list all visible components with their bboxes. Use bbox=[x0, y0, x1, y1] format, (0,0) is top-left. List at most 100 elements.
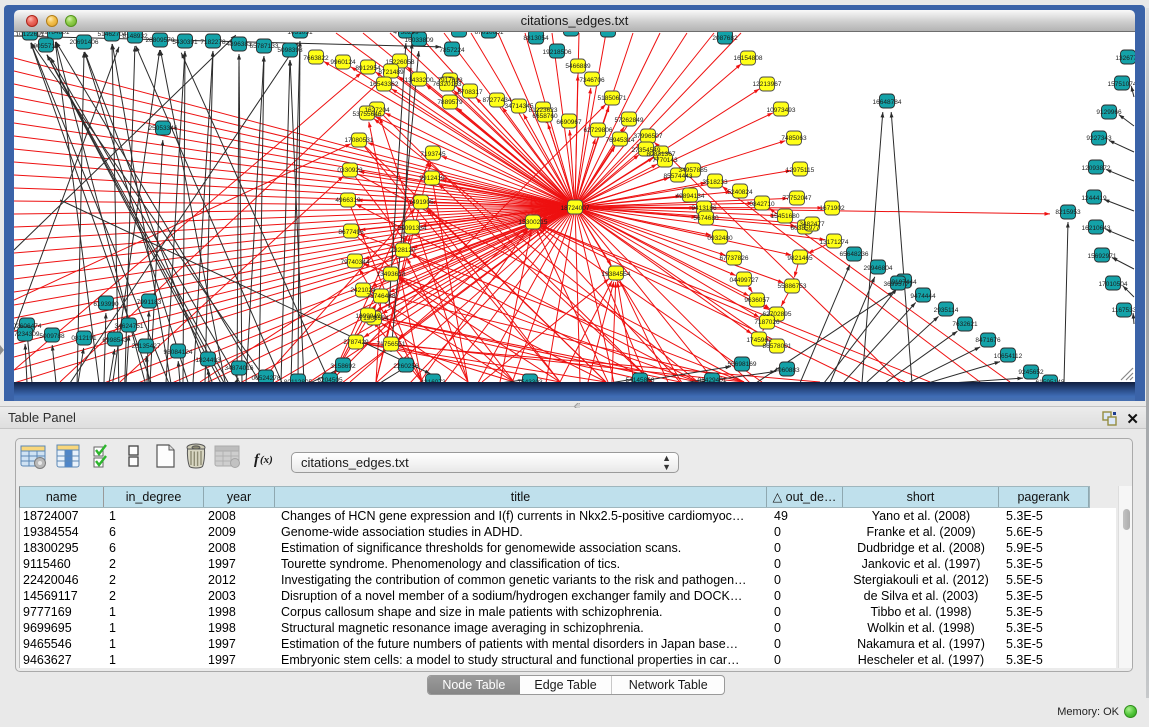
svg-text:16543362: 16543362 bbox=[370, 81, 399, 88]
svg-text:8721489: 8721489 bbox=[378, 69, 404, 76]
svg-text:62729806: 62729806 bbox=[584, 127, 613, 134]
svg-text:16210643: 16210643 bbox=[1082, 225, 1111, 232]
svg-text:7857224: 7857224 bbox=[439, 47, 465, 54]
svg-text:76945314: 76945314 bbox=[606, 137, 635, 144]
svg-text:3518233: 3518233 bbox=[702, 179, 728, 186]
svg-text:10973493: 10973493 bbox=[767, 107, 796, 114]
svg-text:5430391: 5430391 bbox=[172, 39, 198, 46]
svg-text:9245652: 9245652 bbox=[1018, 369, 1044, 376]
svg-text:4060883: 4060883 bbox=[774, 367, 800, 374]
svg-text:15751074: 15751074 bbox=[1108, 81, 1135, 88]
svg-text:15451680: 15451680 bbox=[771, 213, 800, 220]
svg-text:8471676: 8471676 bbox=[975, 337, 1001, 344]
svg-text:6193990: 6193990 bbox=[93, 301, 119, 308]
svg-text:67010651: 67010651 bbox=[475, 32, 504, 36]
svg-text:7485063: 7485063 bbox=[781, 135, 807, 142]
svg-text:8677496: 8677496 bbox=[338, 229, 364, 236]
svg-text:10654112: 10654112 bbox=[994, 353, 1023, 360]
svg-text:4216073: 4216073 bbox=[420, 379, 446, 382]
svg-text:5674680: 5674680 bbox=[693, 215, 719, 222]
svg-text:18724007: 18724007 bbox=[561, 205, 590, 212]
svg-text:34874016: 34874016 bbox=[225, 365, 254, 372]
svg-text:1491905: 1491905 bbox=[408, 199, 434, 206]
svg-text:9960124: 9960124 bbox=[330, 59, 356, 66]
svg-text:9821465: 9821465 bbox=[787, 255, 813, 262]
svg-text:34624751: 34624751 bbox=[115, 323, 144, 330]
svg-text:2260256: 2260256 bbox=[393, 363, 419, 370]
svg-text:65648236: 65648236 bbox=[840, 251, 869, 258]
svg-text:99091334: 99091334 bbox=[398, 225, 427, 232]
svg-text:13433200: 13433200 bbox=[405, 77, 434, 84]
svg-text:2328120: 2328120 bbox=[390, 247, 416, 254]
svg-text:25135427: 25135427 bbox=[132, 343, 161, 350]
svg-text:7346706: 7346706 bbox=[579, 77, 605, 84]
svg-text:12093872: 12093872 bbox=[1082, 165, 1111, 172]
svg-text:28809570: 28809570 bbox=[146, 37, 175, 44]
svg-text:85574443: 85574443 bbox=[664, 173, 693, 180]
svg-text:7182278: 7182278 bbox=[200, 39, 226, 46]
svg-text:19384554: 19384554 bbox=[602, 271, 631, 278]
svg-text:49894134: 49894134 bbox=[676, 193, 705, 200]
svg-text:62702895: 62702895 bbox=[763, 311, 792, 318]
svg-text:29946804: 29946804 bbox=[864, 265, 893, 272]
svg-text:4896383: 4896383 bbox=[226, 41, 252, 48]
svg-text:8148932: 8148932 bbox=[122, 33, 148, 40]
svg-text:19218506: 19218506 bbox=[543, 49, 572, 56]
svg-text:9227343: 9227343 bbox=[1086, 135, 1112, 142]
svg-text:7193745: 7193745 bbox=[420, 151, 446, 158]
svg-text:8215953: 8215953 bbox=[1055, 209, 1081, 216]
svg-text:61595148: 61595148 bbox=[1036, 379, 1065, 382]
svg-text:67737826: 67737826 bbox=[720, 255, 749, 262]
svg-text:4738299: 4738299 bbox=[393, 32, 419, 36]
svg-text:(x): (x) bbox=[260, 454, 273, 466]
svg-text:20691406: 20691406 bbox=[70, 39, 99, 46]
svg-text:15300215: 15300215 bbox=[519, 219, 548, 226]
svg-text:77752047: 77752047 bbox=[783, 195, 812, 202]
svg-text:1399049: 1399049 bbox=[355, 313, 381, 320]
svg-text:7770143: 7770143 bbox=[652, 157, 678, 164]
svg-text:1167533: 1167533 bbox=[1112, 307, 1135, 314]
svg-text:00524278: 00524278 bbox=[252, 375, 281, 382]
svg-text:71746488: 71746488 bbox=[367, 293, 396, 300]
svg-text:5098393: 5098393 bbox=[277, 47, 303, 54]
svg-text:16033809: 16033809 bbox=[405, 37, 434, 44]
svg-text:9912419: 9912419 bbox=[419, 175, 445, 182]
svg-text:9474444: 9474444 bbox=[910, 293, 936, 300]
svg-text:12213967: 12213967 bbox=[753, 81, 782, 88]
svg-text:98084124: 98084124 bbox=[164, 349, 193, 356]
svg-text:7889579: 7889579 bbox=[437, 99, 463, 106]
svg-text:6658760: 6658760 bbox=[532, 113, 558, 120]
svg-text:5466889: 5466889 bbox=[565, 63, 591, 70]
svg-text:7187026: 7187026 bbox=[754, 319, 780, 326]
svg-text:51850671: 51850671 bbox=[598, 95, 627, 102]
svg-text:8813054: 8813054 bbox=[523, 35, 549, 42]
svg-text:37631165: 37631165 bbox=[445, 32, 474, 34]
svg-text:55698169: 55698169 bbox=[728, 361, 757, 368]
svg-text:3482477: 3482477 bbox=[799, 221, 825, 228]
svg-text:87234309: 87234309 bbox=[14, 331, 40, 338]
svg-text:1244419: 1244419 bbox=[1081, 195, 1107, 202]
svg-text:8912954: 8912954 bbox=[355, 65, 381, 72]
svg-text:55886753: 55886753 bbox=[778, 283, 807, 290]
svg-text:5240824: 5240824 bbox=[727, 189, 753, 196]
svg-text:3387262: 3387262 bbox=[558, 32, 584, 34]
svg-text:37996507: 37996507 bbox=[634, 133, 663, 140]
svg-text:25053346: 25053346 bbox=[149, 125, 178, 132]
svg-text:71756551: 71756551 bbox=[377, 341, 406, 348]
svg-text:1671902: 1671902 bbox=[819, 205, 845, 212]
svg-text:7991183: 7991183 bbox=[137, 299, 162, 306]
svg-text:54145868: 54145868 bbox=[626, 377, 655, 382]
svg-text:57262849: 57262849 bbox=[615, 117, 644, 124]
svg-text:69784801: 69784801 bbox=[41, 32, 70, 36]
svg-text:13493618: 13493618 bbox=[377, 271, 406, 278]
svg-text:16154808: 16154808 bbox=[734, 55, 763, 62]
svg-text:2787429: 2787429 bbox=[343, 339, 369, 346]
svg-text:9413186: 9413186 bbox=[691, 205, 717, 212]
svg-text:0812191: 0812191 bbox=[71, 335, 97, 342]
svg-text:15692971: 15692971 bbox=[1088, 253, 1117, 260]
svg-text:9636057: 9636057 bbox=[744, 297, 770, 304]
svg-text:1326773: 1326773 bbox=[1115, 55, 1135, 62]
svg-text:7543303: 7543303 bbox=[517, 379, 543, 382]
svg-text:86578091: 86578091 bbox=[763, 343, 792, 350]
svg-text:9055712: 9055712 bbox=[33, 43, 59, 50]
